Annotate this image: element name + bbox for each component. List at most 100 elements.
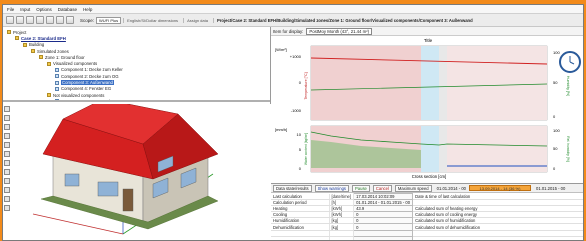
bottom-right-tick-2: 50 [553, 146, 558, 151]
show-warnings-button[interactable]: Show warnings [314, 184, 349, 192]
bottom-left-unit: [mm/h] [275, 127, 287, 132]
top-right-tick-1: 100 [553, 50, 560, 55]
folder-icon [23, 42, 27, 47]
component-icon [55, 74, 59, 79]
main-toolbar: Scope: WUFI Plus English/SI/Dollar dimen… [3, 14, 583, 27]
window-ground-2 [64, 173, 80, 187]
top-left-tick-3: -1000 [291, 108, 302, 113]
top-mid-axis-label: Temperature [°C] [304, 72, 308, 99]
bottom-left-tick-2: 5 [299, 147, 302, 152]
component-icon [55, 99, 59, 100]
tree-item-label: Visualized components [53, 61, 98, 67]
tree-item-label: Project [13, 29, 27, 35]
scope-label: Scope: [80, 17, 95, 23]
top-right-tick-2: 50 [553, 80, 558, 85]
bottom-mid-axis-label: Water content [kg/m³] [304, 133, 308, 165]
tree-item-label: Component 4: Fenster EG [61, 86, 112, 92]
display-selector-bar: Item for display: PostMoy Month (43°, 21… [271, 27, 583, 36]
folder-icon [47, 61, 51, 66]
item-display-select[interactable]: PostMoy Month (43°, 21.44 m²) [306, 27, 373, 35]
start-date: 01.01.2014 - 00 [436, 185, 466, 191]
left-panel: Project Case 2: Standard EFH Building Simul… [3, 27, 271, 240]
help-button[interactable] [66, 16, 74, 24]
layer-outer-band [311, 46, 421, 120]
menu-input[interactable]: Input [20, 7, 30, 12]
bottom-x-axis-label: Cross section [cm] [412, 174, 446, 179]
bottom-left-tick-3: 0 [299, 166, 302, 171]
menu-file[interactable]: File [7, 7, 14, 12]
result-name [271, 236, 330, 240]
cancel-button[interactable]: Cancel [372, 184, 392, 192]
layer-insulation-band [421, 46, 439, 120]
layer-insulation-band-bottom [421, 126, 439, 172]
table-row [271, 235, 583, 240]
window-ground-1 [97, 181, 119, 197]
chart-top-title: Title [424, 38, 433, 43]
tree-item-label: Simulated zones [37, 48, 69, 54]
bottom-right-tick-3: 0 [553, 166, 556, 171]
tree-item-label: Component 1: Decke zum Keller [61, 67, 123, 73]
progress-bar: 13.09.2014 - 14 (36 %) [469, 185, 531, 191]
menu-options[interactable]: Options [36, 7, 52, 12]
component-icon [55, 86, 59, 91]
save-button[interactable] [26, 16, 34, 24]
result-unit [329, 236, 355, 240]
bottom-right-axis-label: Rel. humidity [%] [566, 136, 570, 161]
menu-help[interactable]: Help [83, 7, 92, 12]
menu-database[interactable]: Database [58, 7, 77, 12]
result-description [412, 236, 583, 240]
copy-button[interactable] [36, 16, 44, 24]
assign-data-button[interactable]: Assign data [183, 17, 211, 23]
house-model [32, 104, 219, 235]
tree-item-label: Component 2: Decke zum OG [61, 73, 119, 79]
tree-item-label: Case 2: Standard EFH [21, 35, 66, 41]
scope-group: Scope: WUFI Plus [80, 16, 122, 24]
building-3d-view[interactable] [3, 104, 271, 240]
folder-icon [31, 49, 35, 54]
folder-icon [7, 30, 11, 35]
results-charts: Title [W/m²] +1000 0 -1000 Temperature [… [275, 38, 570, 179]
top-left-unit: [W/m²] [275, 47, 287, 52]
component-icon [55, 80, 59, 85]
run-button[interactable] [56, 16, 64, 24]
result-value[interactable]: 01.01.2014 - 01.01.2015 - 00 [353, 199, 414, 207]
right-panel: Item for display: PostMoy Month (43°, 21… [271, 27, 583, 240]
tree-item-label: Component 1: Innenwände [61, 98, 113, 102]
paste-button[interactable] [46, 16, 54, 24]
component-icon [55, 67, 59, 72]
tree-item-label: Component 3: Außenwand [61, 80, 114, 86]
result-unit: [date/time] [329, 193, 355, 201]
units-button[interactable]: English/SI/Dollar dimensions [123, 17, 181, 23]
pause-button[interactable]: Pause [352, 184, 370, 192]
item-display-label: Item for display: [273, 28, 304, 34]
folder-icon [47, 93, 51, 98]
door [122, 188, 134, 212]
top-right-tick-3: 0 [553, 114, 556, 119]
tree-item-label: Not visualized components [53, 92, 105, 98]
tree-item-label: Zone 1: Ground floor [45, 54, 85, 60]
new-file-button[interactable] [6, 16, 14, 24]
top-left-tick-2: 0 [299, 80, 302, 85]
results-panel: Data state/results Show warnings Pause C… [271, 183, 583, 240]
layer-air-band-bottom [439, 126, 447, 172]
layer-air-band [439, 46, 447, 120]
clock-icon [559, 51, 581, 73]
bottom-left-tick-1: 10 [297, 132, 302, 137]
breadcrumb: Project/Case 2: Standard EFH/Building/Si… [212, 17, 473, 23]
app-window: File Input Options Database Help Scope: … [2, 4, 584, 241]
tree-item[interactable]: Component 1: Innenwände [7, 98, 270, 102]
data-state-tab[interactable]: Data state/results [273, 184, 312, 192]
result-value[interactable] [353, 235, 414, 240]
layer-inner-band [447, 46, 547, 120]
project-tree: Project Case 2: Standard EFH Building Simul… [3, 27, 270, 102]
results-table: Last calculation [date/time] 17.03.2014 10… [271, 192, 583, 240]
top-left-tick-1: +1000 [290, 54, 302, 59]
menu-bar: File Input Options Database Help [3, 5, 583, 14]
folder-icon [39, 55, 43, 60]
top-right-axis-label: Humidity [%] [566, 76, 570, 96]
scope-select[interactable]: WUFI Plus [96, 16, 122, 24]
open-button[interactable] [16, 16, 24, 24]
folder-icon [15, 36, 19, 41]
max-speed-button[interactable]: Maximum speed [394, 184, 432, 192]
bottom-right-tick-1: 100 [553, 128, 560, 133]
